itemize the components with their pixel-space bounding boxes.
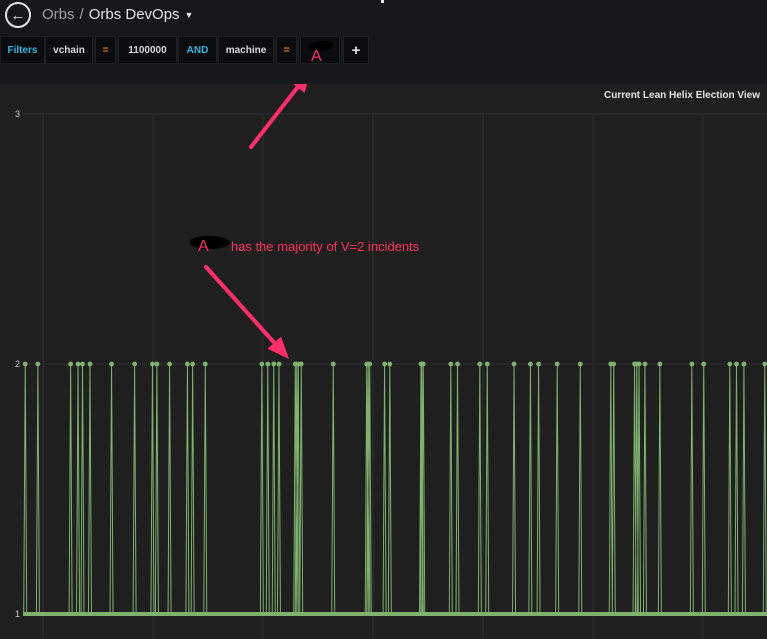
spike-point <box>80 361 85 367</box>
spike-point <box>455 361 460 367</box>
spike-point <box>330 361 336 367</box>
spike-point <box>741 361 747 367</box>
graph-panel: 1 2 3 Current Lean Helix Election View <box>0 84 767 639</box>
annotation-arrows <box>204 84 308 359</box>
filter-condition-and[interactable]: AND <box>178 36 217 64</box>
series-line <box>23 363 767 615</box>
spike-point <box>167 361 172 367</box>
filter-key-vchain[interactable]: vchain <box>45 36 93 64</box>
spike-point <box>577 361 583 367</box>
panel-title[interactable]: Current Lean Helix Election View <box>604 90 760 101</box>
spike-point <box>259 361 265 367</box>
filter-value-vchain[interactable]: 1100000 <box>118 36 177 64</box>
spike-point <box>727 361 733 367</box>
spike-point <box>382 361 387 367</box>
filter-key-machine[interactable]: machine <box>218 36 274 64</box>
arrow-left-icon: ← <box>10 6 26 24</box>
breadcrumb-separator: / <box>79 6 84 23</box>
redaction-label: A <box>311 48 322 65</box>
spike-point <box>554 361 560 367</box>
filter-value-machine[interactable]: A <box>300 36 340 65</box>
spike-point <box>536 361 541 367</box>
spike-point <box>68 361 74 367</box>
spike-point <box>298 361 304 367</box>
spike-point <box>75 361 81 367</box>
spike-point <box>484 361 490 367</box>
filter-operator[interactable]: = <box>95 36 116 64</box>
dashboard-navbar: ← Orbs / Orbs DevOps ▼ <box>0 0 767 30</box>
spike-point <box>185 361 190 367</box>
spike-point <box>420 361 426 367</box>
y-tick-label: 1 <box>15 609 20 619</box>
spike-point <box>734 361 739 367</box>
spike-point <box>657 361 663 367</box>
filter-operator[interactable]: = <box>276 36 297 64</box>
spike-point <box>636 361 642 367</box>
back-button[interactable]: ← <box>5 2 31 28</box>
vertical-gridlines <box>42 114 704 639</box>
spike-point <box>35 361 41 367</box>
spike-point <box>387 361 393 367</box>
spike-point <box>271 361 277 367</box>
annotation-text: has the majority of V=2 incidents <box>231 239 420 254</box>
spike-point <box>22 361 28 367</box>
spike-point <box>701 361 707 367</box>
spike-point <box>611 361 617 367</box>
top-indicator <box>381 0 384 3</box>
dashboard-title[interactable]: Orbs DevOps <box>89 6 180 23</box>
breadcrumb-folder[interactable]: Orbs <box>42 6 75 23</box>
spike-point <box>689 361 695 367</box>
line-chart: 1 2 3 <box>15 84 767 639</box>
spike-point <box>448 361 454 367</box>
spike-point <box>202 361 208 367</box>
spike-point <box>154 361 160 367</box>
arrow-shaft <box>249 85 300 149</box>
spike-point <box>276 361 282 367</box>
spike-point <box>511 361 517 367</box>
spike-point <box>150 361 155 367</box>
y-axis-ticks: 1 2 3 <box>15 109 20 619</box>
add-filter-button[interactable]: + <box>343 36 369 64</box>
spike-point <box>642 361 648 367</box>
spike-point <box>477 361 483 367</box>
spike-point <box>265 361 271 367</box>
y-tick-label: 3 <box>15 109 20 119</box>
spike-point <box>190 361 196 367</box>
spike-point <box>367 361 373 367</box>
breadcrumb: Orbs / Orbs DevOps ▼ <box>42 6 193 23</box>
filters-label: Filters <box>0 36 45 64</box>
caret-down-icon[interactable]: ▼ <box>185 10 194 20</box>
spike-point <box>109 361 114 367</box>
spike-point <box>762 361 767 367</box>
y-tick-label: 2 <box>15 359 20 369</box>
spike-point <box>132 361 138 367</box>
arrow-shaft <box>204 265 277 345</box>
annotation-letter: A <box>198 238 209 255</box>
series-layer <box>22 361 767 616</box>
spike-point <box>528 361 533 367</box>
spike-point <box>87 361 93 367</box>
